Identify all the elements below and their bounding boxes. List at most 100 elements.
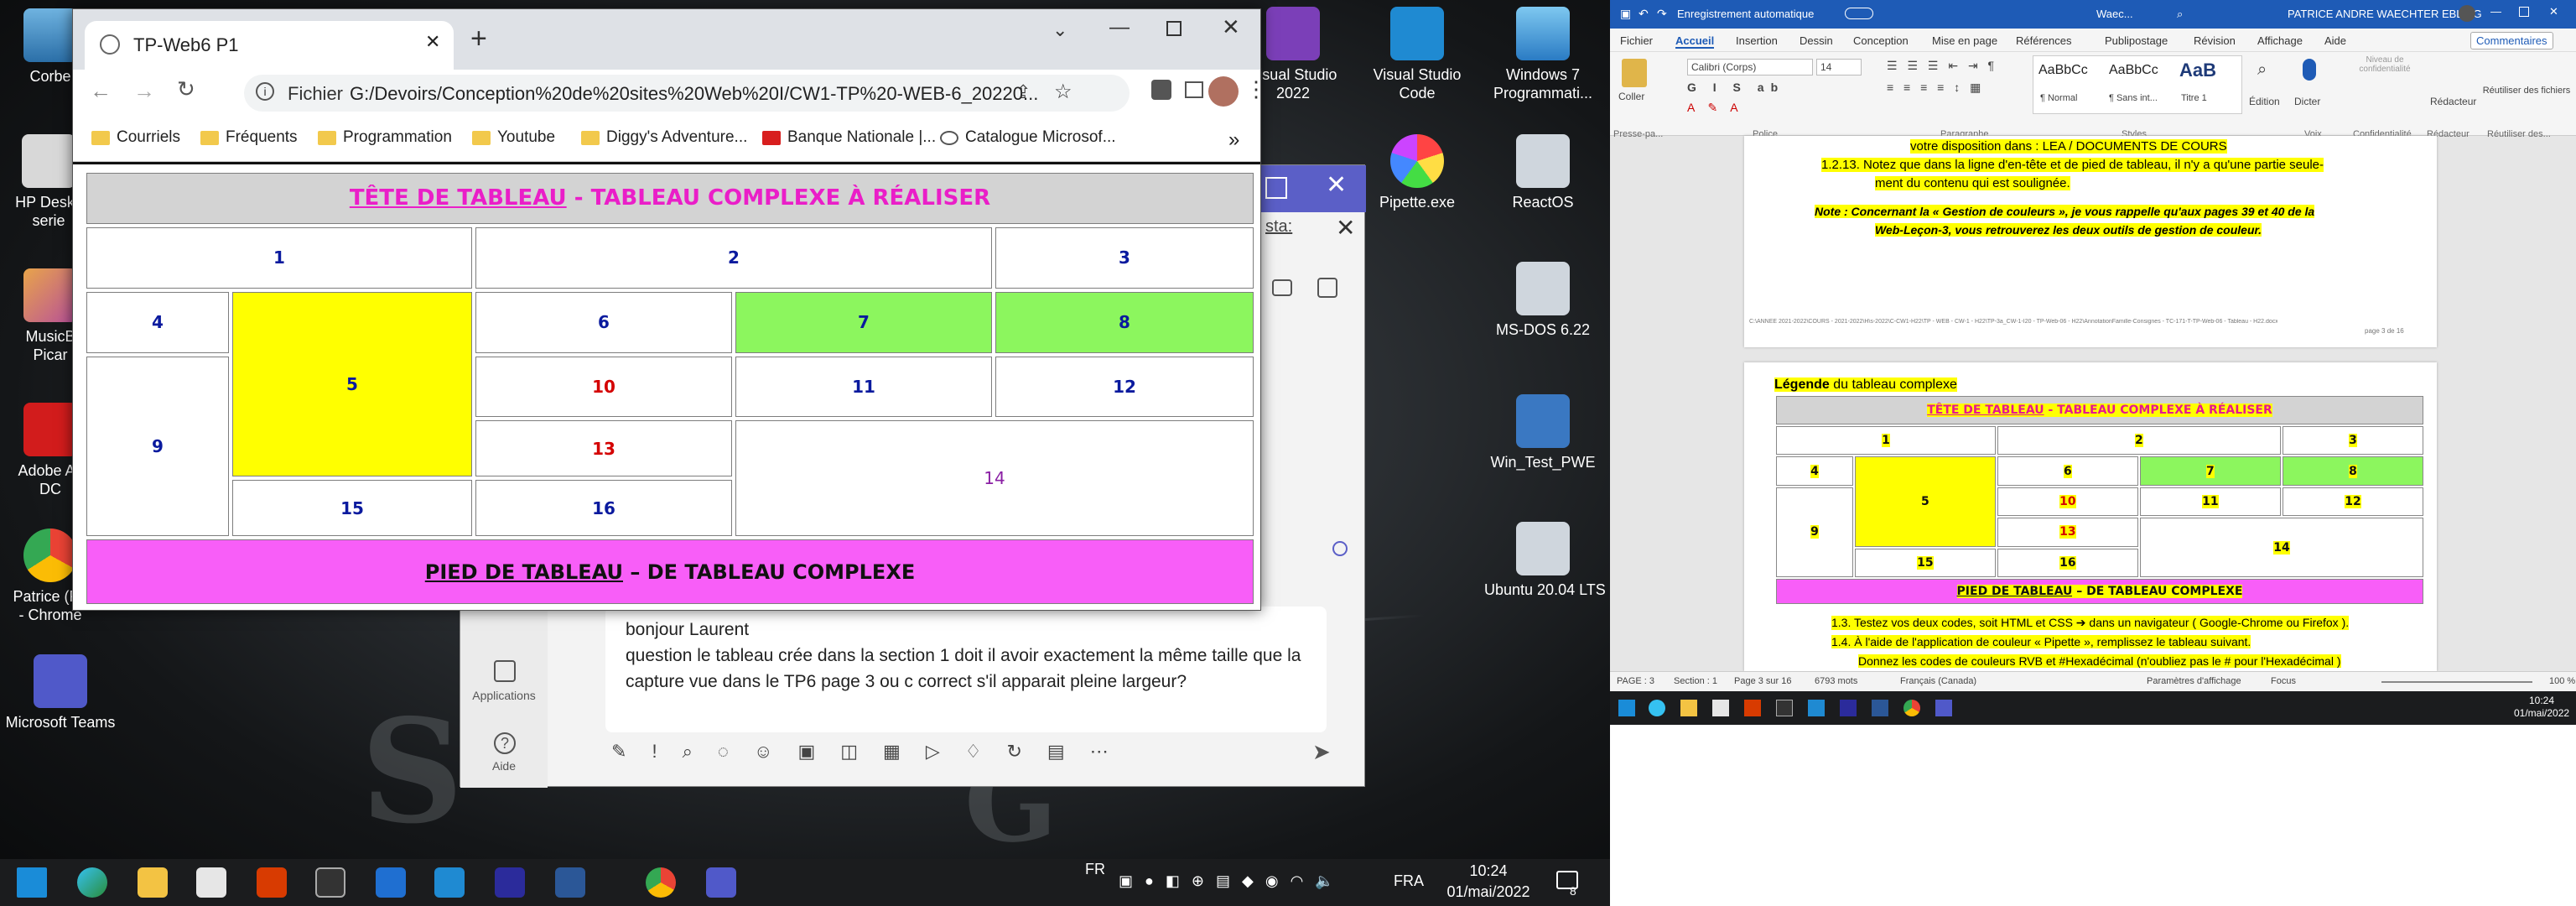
tab-aide[interactable]: Aide	[2324, 34, 2346, 47]
font-select[interactable]: Calibri (Corps)	[1687, 59, 1813, 76]
tab-search-icon[interactable]: ⌄	[1052, 19, 1067, 41]
close-panel-icon[interactable]: ✕	[1336, 214, 1355, 242]
share-icon[interactable]: ⇪	[1015, 81, 1031, 103]
zoom-level[interactable]: 100 %	[2549, 676, 2575, 686]
back-icon[interactable]: ←	[90, 78, 112, 104]
vscode-icon[interactable]	[434, 867, 465, 898]
paragraph-buttons[interactable]: ☰ ☰ ☰ ⇤ ⇥ ¶	[1887, 59, 1997, 73]
vscode-icon[interactable]	[1808, 700, 1825, 716]
status-words[interactable]: 6793 mots	[1815, 676, 1857, 686]
close-icon[interactable]: ✕	[1222, 14, 1240, 40]
send-icon[interactable]: ➤	[1312, 739, 1331, 765]
maximize-icon[interactable]	[1265, 177, 1287, 199]
edge-icon[interactable]	[1649, 700, 1665, 716]
tray-icon[interactable]: ◆	[1242, 872, 1254, 890]
file-explorer-icon[interactable]	[138, 867, 168, 898]
autosave-toggle[interactable]	[1845, 8, 1873, 19]
zoom-slider[interactable]	[2381, 681, 2532, 683]
desktop-icon-ubuntu[interactable]: Ubuntu 20.04 LTS	[1484, 522, 1606, 599]
tray-icon[interactable]: ⊕	[1192, 872, 1204, 890]
search-icon[interactable]: ⌕	[2257, 60, 2267, 80]
store-icon[interactable]	[196, 867, 226, 898]
schedule-icon[interactable]: ▦	[883, 741, 901, 763]
comments-button[interactable]: Commentaires	[2470, 32, 2553, 49]
avatar[interactable]	[2459, 5, 2475, 22]
praise-icon[interactable]: ♢	[965, 741, 982, 763]
teams-icon[interactable]	[706, 867, 736, 898]
format-icon[interactable]: ✎	[611, 741, 626, 763]
style-sample[interactable]: AaBbCc	[2038, 63, 2088, 78]
tab-references[interactable]: Références	[2016, 34, 2071, 47]
stream-icon[interactable]: ▷	[926, 741, 940, 763]
reuse-files-button[interactable]: Réutiliser des fichiers	[2482, 86, 2571, 96]
tray-icon[interactable]: ◉	[1265, 872, 1279, 890]
display-settings[interactable]: Paramètres d'affichage	[2147, 676, 2241, 686]
tray-icon[interactable]: ▤	[1216, 872, 1230, 890]
status-page-count[interactable]: Page 3 sur 16	[1734, 676, 1792, 686]
chrome-icon[interactable]	[1903, 700, 1920, 716]
redo-icon[interactable]: ↷	[1657, 7, 1667, 21]
tab-accueil[interactable]: Accueil	[1675, 34, 1715, 49]
forward-icon[interactable]: →	[133, 78, 155, 104]
dictate-button[interactable]: Dicter	[2294, 96, 2320, 107]
status-page[interactable]: PAGE : 3	[1617, 676, 1654, 686]
font-size-select[interactable]: 14	[1816, 59, 1862, 76]
tab-mise-en-page[interactable]: Mise en page	[1932, 34, 1997, 47]
wifi-icon[interactable]: ◠	[1291, 872, 1304, 890]
info-icon[interactable]: i	[256, 82, 274, 101]
clock[interactable]: 10:24 01/mai/2022	[1442, 861, 1535, 903]
important-icon[interactable]: !	[652, 741, 657, 763]
maximize-icon[interactable]	[2519, 7, 2529, 17]
style-sample[interactable]: AaB	[2179, 60, 2216, 81]
help-label[interactable]: Aide	[460, 759, 548, 773]
app-icon[interactable]	[376, 867, 406, 898]
desktop-icon-pipette[interactable]: Pipette.exe	[1358, 134, 1476, 211]
tab-revision[interactable]: Révision	[2194, 34, 2236, 47]
word-icon[interactable]	[555, 867, 585, 898]
attach-icon[interactable]: ⌕	[683, 741, 693, 763]
forms-icon[interactable]: ▤	[1047, 741, 1065, 763]
remote-desktop-icon[interactable]	[495, 867, 525, 898]
minimize-icon[interactable]: —	[2490, 5, 2501, 18]
start-icon[interactable]	[1618, 700, 1635, 716]
undo-icon[interactable]: ↶	[1639, 7, 1649, 21]
tab-conception[interactable]: Conception	[1853, 34, 1909, 47]
tab-publipostage[interactable]: Publipostage	[2105, 34, 2168, 47]
more-icon[interactable]: ⋯	[1090, 741, 1109, 763]
terminal-icon[interactable]	[1776, 700, 1793, 716]
keyboard-language[interactable]: FRA	[1394, 872, 1424, 890]
focus-button[interactable]: Focus	[2271, 676, 2296, 686]
remote-desktop-icon[interactable]	[1840, 700, 1857, 716]
desktop-icon-win7[interactable]: Windows 7 Programmati...	[1484, 7, 1602, 102]
start-icon[interactable]	[17, 867, 47, 898]
align-buttons[interactable]: ≡ ≡ ≡ ≡ ↕ ▦	[1887, 81, 1984, 95]
sticker-icon[interactable]: ◫	[840, 741, 858, 763]
close-icon[interactable]: ✕	[1326, 170, 1347, 200]
styles-gallery[interactable]: AaBbCc AaBbCc AaB ¶ Normal ¶ Sans int...…	[2033, 55, 2242, 114]
sensitivity-button[interactable]: Niveau de confidentialité	[2351, 55, 2418, 114]
bookmark-item[interactable]: Banque Nationale |...	[762, 128, 936, 147]
bookmark-item[interactable]: Youtube	[472, 128, 555, 147]
bookmark-item[interactable]: Catalogue Microsof...	[940, 128, 1116, 147]
microphone-icon[interactable]	[2303, 59, 2316, 81]
avatar[interactable]	[1208, 76, 1239, 107]
desktop-icon-reactos[interactable]: ReactOS	[1484, 134, 1602, 211]
side-panel-icon[interactable]	[1185, 81, 1203, 98]
search-icon[interactable]: ⌕	[2177, 8, 2183, 21]
minimize-icon[interactable]: —	[1109, 16, 1130, 39]
font-format-buttons[interactable]: G I S ab	[1687, 81, 1784, 94]
edge-icon[interactable]	[77, 867, 107, 898]
extensions-icon[interactable]	[1151, 80, 1171, 100]
emoji-icon[interactable]: ☺	[754, 741, 772, 763]
tray-icon[interactable]: ◧	[1166, 872, 1180, 890]
maximize-icon[interactable]	[1166, 21, 1182, 36]
popout-icon[interactable]	[1317, 278, 1337, 298]
menu-icon[interactable]: ⋮	[1245, 76, 1267, 102]
tray-icon[interactable]: ▣	[1119, 872, 1133, 890]
message-compose-box[interactable]: bonjour Laurent question le tableau crée…	[605, 607, 1327, 732]
tab-insertion[interactable]: Insertion	[1736, 34, 1778, 47]
browser-tab[interactable]: TP-Web6 P1 ✕	[85, 21, 454, 70]
bookmark-item[interactable]: Fréquents	[200, 128, 298, 147]
desktop-icon-msdos[interactable]: MS-DOS 6.22	[1484, 262, 1602, 339]
document-title[interactable]: Waec...	[2096, 8, 2133, 20]
